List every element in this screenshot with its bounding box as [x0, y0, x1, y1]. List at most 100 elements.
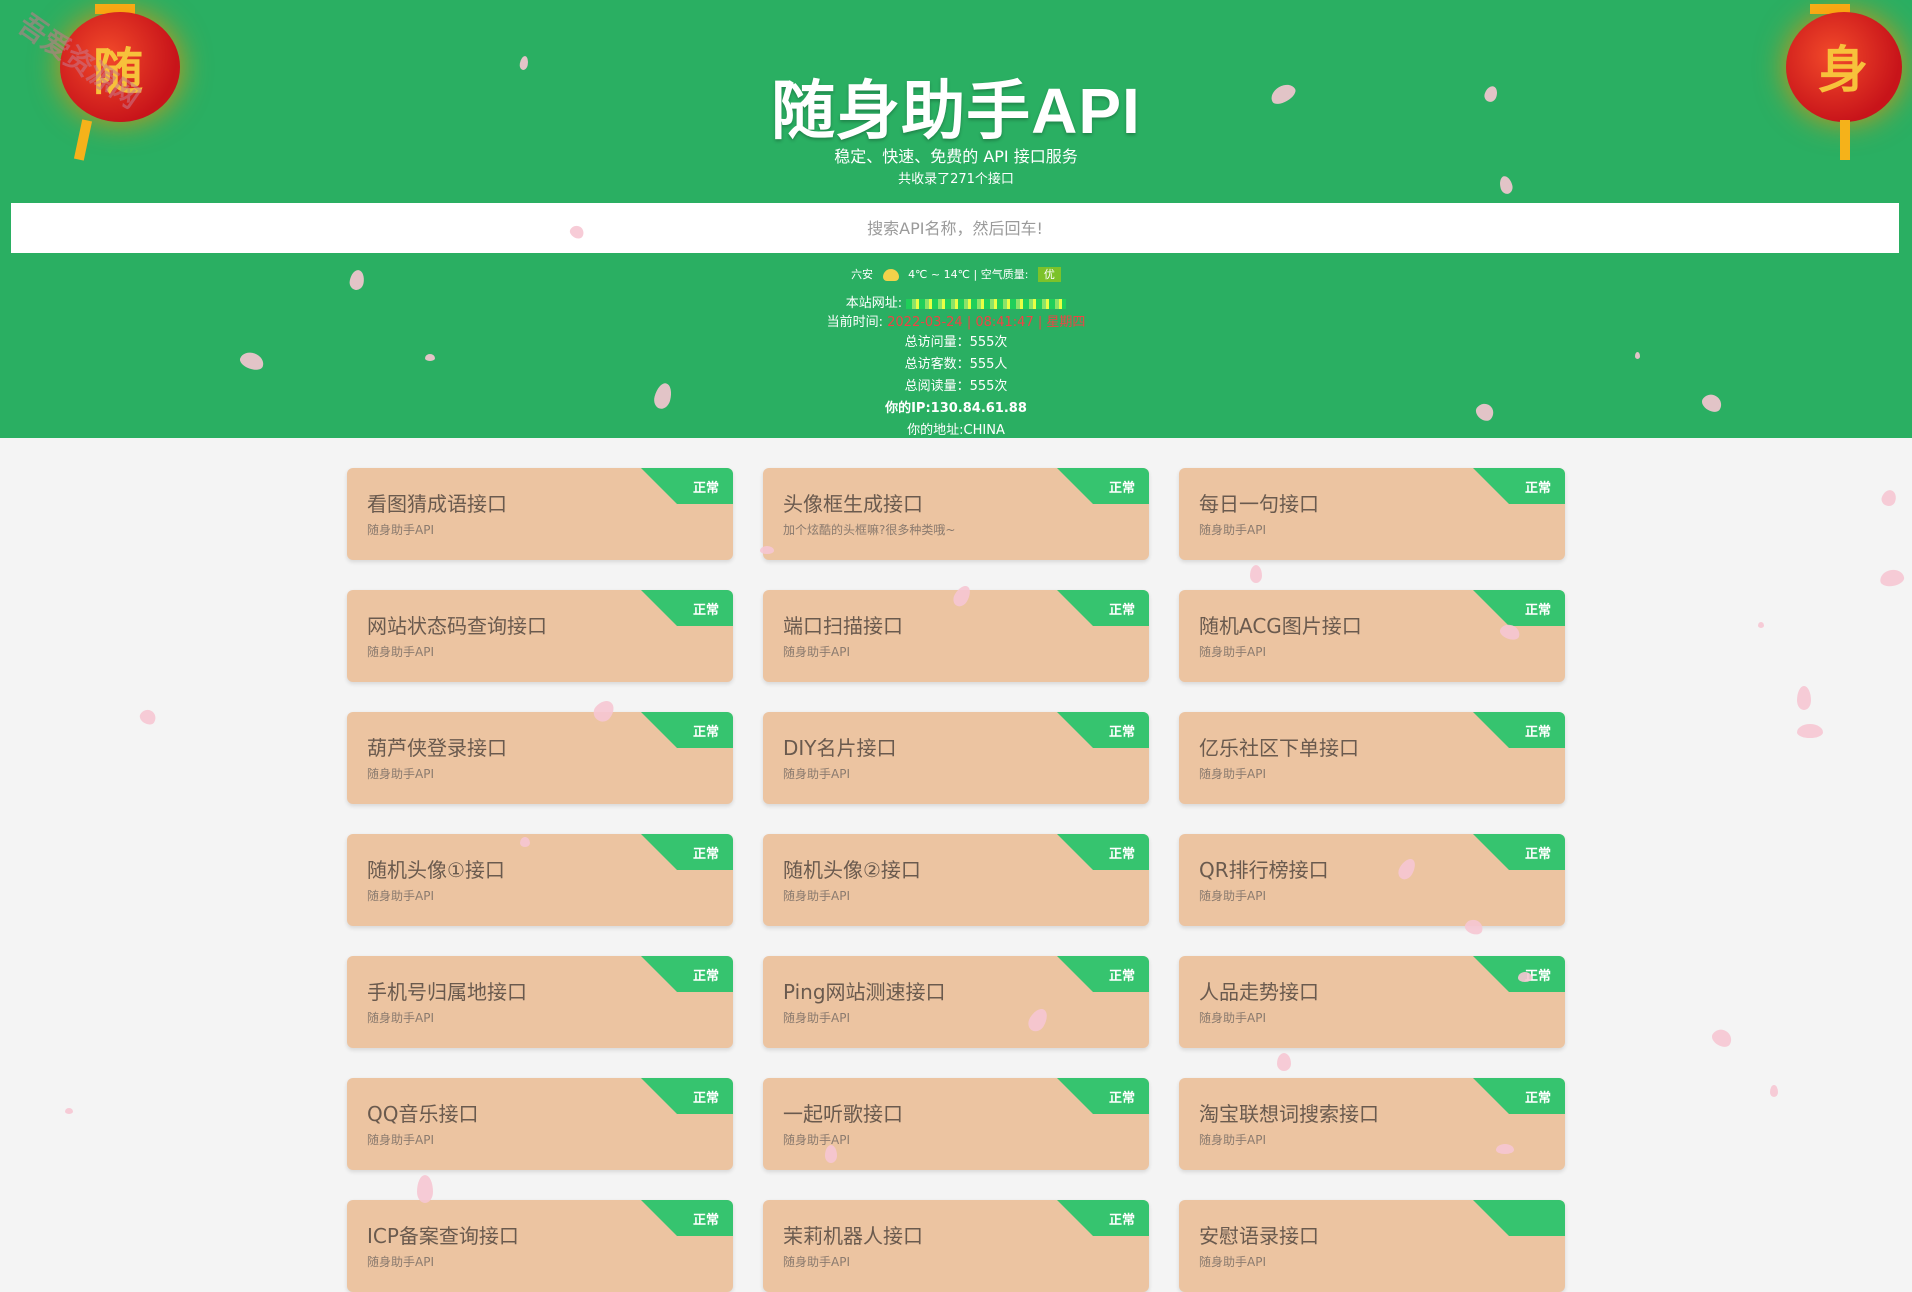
api-card-title: 头像框生成接口: [783, 492, 923, 516]
site-url-redacted: [906, 298, 1067, 309]
total-reads: 总阅读量：555次: [904, 379, 1008, 394]
header-banner: 随 身 吾爱资源网 随身助手API 稳定、快速、免费的 API 接口服务 共收录…: [0, 0, 1912, 438]
petal-icon: [1635, 352, 1640, 359]
petal-icon: [65, 1108, 73, 1114]
status-ribbon: [1473, 1200, 1565, 1236]
petal-icon: [1709, 1026, 1735, 1050]
api-card[interactable]: 正常手机号归属地接口随身助手API: [347, 956, 733, 1048]
status-ribbon: [1473, 468, 1565, 504]
api-card[interactable]: 正常 ICP备案查询接口 随身助手API: [347, 1200, 733, 1292]
status-ribbon: [1473, 712, 1565, 748]
api-card-description: 加个炫酷的头框嘛?很多种类哦~: [783, 523, 956, 537]
status-badge: 正常: [692, 603, 719, 618]
api-card-title: 安慰语录接口: [1199, 1224, 1319, 1248]
api-card[interactable]: 正常 人品走势接口 随身助手API: [1179, 956, 1565, 1048]
petal-icon: [1277, 1053, 1291, 1071]
status-ribbon: [1473, 1078, 1565, 1114]
api-card-title: 随机头像②接口: [783, 858, 921, 882]
api-card-description: 随身助手API: [367, 523, 434, 537]
status-ribbon: [641, 1078, 733, 1114]
status-badge: 正常: [1524, 725, 1551, 740]
petal-icon: [1770, 1085, 1778, 1097]
api-card-description: 随身助手API: [367, 1011, 434, 1025]
api-card-title: 茉莉机器人接口: [783, 1224, 923, 1248]
api-card[interactable]: 正常 随机头像①接口 随身助手API: [347, 834, 733, 926]
api-card[interactable]: 正常 DIY名片接口 随身助手API: [763, 712, 1149, 804]
status-badge: 正常: [1524, 1091, 1551, 1106]
api-card-title: 人品走势接口: [1199, 980, 1319, 1004]
api-card[interactable]: 正常 葫芦侠登录接口 随身助手API: [347, 712, 733, 804]
api-card-title: 亿乐社区下单接口: [1199, 736, 1359, 760]
api-card-description: 随身助手API: [1199, 1011, 1266, 1025]
api-card-title: QQ音乐接口: [367, 1102, 479, 1126]
api-card-title: ICP备案查询接口: [367, 1224, 519, 1248]
petal-icon: [1879, 488, 1899, 508]
api-card-description: 随身助手API: [783, 1133, 850, 1147]
api-card[interactable]: 正常淘宝联想词搜索接口随身助手API: [1179, 1078, 1565, 1170]
site-url-line: 本站网址:: [0, 292, 1912, 311]
total-visits: 总访问量：555次: [904, 335, 1008, 350]
status-badge: 正常: [692, 969, 719, 984]
petal-icon: [1758, 622, 1764, 628]
api-card[interactable]: 正常头像框生成接口加个炫酷的头框嘛?很多种类哦~: [763, 468, 1149, 560]
page-subtitle: 稳定、快速、免费的 API 接口服务: [834, 147, 1078, 166]
visitor-ip: 你的IP:130.84.61.88: [885, 401, 1027, 416]
petal-icon: [825, 1145, 837, 1163]
status-ribbon: [1057, 590, 1149, 626]
api-card[interactable]: 安慰语录接口 随身助手API: [1179, 1200, 1565, 1292]
api-card[interactable]: 正常 每日一句接口 随身助手API: [1179, 468, 1565, 560]
api-card-description: 随身助手API: [1199, 523, 1266, 537]
visitor-location: 你的地址:CHINA: [907, 423, 1005, 438]
status-badge: 正常: [1108, 603, 1135, 618]
api-card-description: 随身助手API: [783, 645, 850, 659]
status-ribbon: [1057, 1200, 1149, 1236]
api-card-description: 随身助手API: [1199, 645, 1266, 659]
api-count: 共收录了271个接口: [898, 172, 1014, 187]
petal-icon: [1250, 565, 1262, 583]
air-quality-label: 空气质量:: [980, 268, 1029, 281]
api-card-title: 淘宝联想词搜索接口: [1199, 1102, 1379, 1126]
petal-icon: [760, 546, 774, 554]
api-card-title: QR排行榜接口: [1199, 858, 1329, 882]
status-badge: 正常: [1108, 1091, 1135, 1106]
api-card-description: 随身助手API: [783, 767, 850, 781]
api-card[interactable]: 正常 Ping网站测速接口 随身助手API: [763, 956, 1149, 1048]
petal-icon: [1797, 724, 1823, 738]
api-card[interactable]: 正常 QR排行榜接口 随身助手API: [1179, 834, 1565, 926]
api-card-description: 随身助手API: [367, 767, 434, 781]
status-ribbon: [1057, 956, 1149, 992]
api-card-description: 随身助手API: [367, 1133, 434, 1147]
status-ribbon: [641, 834, 733, 870]
api-card-title: 手机号归属地接口: [367, 980, 527, 1004]
status-ribbon: [1057, 834, 1149, 870]
weather-city: 六安: [851, 268, 874, 281]
api-card-title: 网站状态码查询接口: [367, 614, 547, 638]
api-card-title: Ping网站测速接口: [783, 980, 946, 1004]
status-ribbon: [1057, 468, 1149, 504]
api-card-description: 随身助手API: [1199, 1133, 1266, 1147]
search-input[interactable]: [11, 203, 1899, 253]
api-card[interactable]: 正常 网站状态码查询接口 随身助手API: [347, 590, 733, 682]
weather-separator: |: [973, 268, 978, 281]
api-card-description: 随身助手API: [783, 1255, 850, 1269]
api-card[interactable]: 正常 茉莉机器人接口 随身助手API: [763, 1200, 1149, 1292]
api-card[interactable]: 正常亿乐社区下单接口随身助手API: [1179, 712, 1565, 804]
site-url-label: 本站网址:: [845, 296, 903, 311]
api-card[interactable]: 正常 随机头像②接口 随身助手API: [763, 834, 1149, 926]
api-card[interactable]: 正常一起听歌接口随身助手API: [763, 1078, 1149, 1170]
status-badge: 正常: [1108, 481, 1135, 496]
sun-cloud-icon: [882, 269, 899, 281]
status-ribbon: [641, 1200, 733, 1236]
api-card-description: 随身助手API: [1199, 889, 1266, 903]
petal-icon: [1496, 1144, 1514, 1154]
api-card-description: 随身助手API: [1199, 767, 1266, 781]
status-badge: 正常: [1524, 481, 1551, 496]
petal-icon: [1518, 972, 1532, 982]
api-card-description: 随身助手API: [367, 889, 434, 903]
status-badge: 正常: [1108, 847, 1135, 862]
api-card-title: 一起听歌接口: [783, 1102, 903, 1126]
api-card[interactable]: 正常 看图猜成语接口 随身助手API: [347, 468, 733, 560]
api-card[interactable]: 正常 QQ音乐接口 随身助手API: [347, 1078, 733, 1170]
status-badge: 正常: [692, 725, 719, 740]
api-card-title: 端口扫描接口: [783, 614, 903, 638]
